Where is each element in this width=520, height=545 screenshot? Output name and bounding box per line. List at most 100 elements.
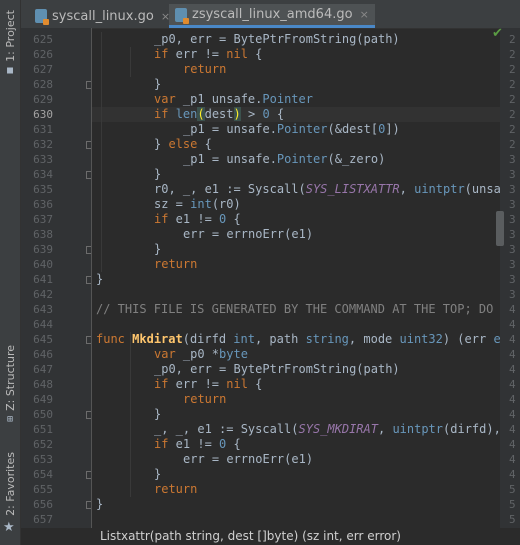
- tab-syscall-linux[interactable]: syscall_linux.go ×: [29, 4, 176, 28]
- line-number: 639: [33, 243, 53, 256]
- split-line-number: 3: [509, 288, 516, 301]
- code-line: }: [154, 77, 161, 92]
- token-keyword: return: [154, 257, 198, 271]
- token-type: Pointer: [262, 92, 313, 106]
- code-line: }: [154, 467, 161, 482]
- close-icon[interactable]: ×: [360, 8, 369, 21]
- line-number: 643: [33, 303, 53, 316]
- editor-tab-bar: syscall_linux.go × zsyscall_linux_amd64.…: [21, 0, 520, 29]
- token-match: ): [233, 107, 241, 121]
- tab-zsyscall-linux-amd64[interactable]: zsyscall_linux_amd64.go ×: [169, 4, 375, 28]
- token-keyword: if: [154, 377, 169, 391]
- line-number: 634: [33, 168, 53, 181]
- token-keyword: return: [183, 392, 227, 406]
- code-line: if err != nil {: [154, 47, 262, 62]
- indent-guide: [101, 32, 102, 272]
- line-number: 631: [33, 123, 53, 136]
- token: err = errnoErr(e1): [183, 452, 314, 466]
- line-number: 632: [33, 138, 53, 151]
- token: {: [269, 107, 285, 121]
- line-number-gutter[interactable]: 625 626 627 628 629 630 631 632 633 634 635 636 637 6…: [21, 28, 92, 528]
- split-line-number: 3: [509, 258, 516, 271]
- split-line-number: 4: [509, 438, 516, 451]
- token-keyword: nil: [226, 47, 248, 61]
- code-line: r0, _, e1 := Syscall(SYS_LISTXATTR, uint…: [154, 182, 500, 197]
- split-line-number: 4: [509, 333, 516, 346]
- token-keyword: func: [96, 332, 125, 346]
- line-number: 636: [33, 198, 53, 211]
- split-line-number: 5: [509, 498, 516, 511]
- token: }: [154, 407, 162, 421]
- token: r0, _, e1 := Syscall(: [154, 182, 306, 196]
- split-line-number: 4: [509, 423, 516, 436]
- line-number: 640: [33, 258, 53, 271]
- split-line-number: 2: [509, 108, 516, 121]
- token: }: [96, 272, 104, 286]
- code-line: return: [154, 482, 197, 497]
- code-line: } else {: [154, 137, 212, 152]
- line-number: 638: [33, 228, 53, 241]
- code-line: _p0, err = BytePtrFromString(path): [154, 32, 400, 47]
- token: {: [247, 377, 263, 391]
- token-type: len: [175, 107, 198, 121]
- go-file-icon: [175, 7, 189, 24]
- checkmark-icon: ✔: [492, 26, 503, 41]
- line-number: 625: [33, 33, 53, 46]
- token-type: Pointer: [276, 122, 328, 136]
- token: }: [154, 242, 162, 256]
- split-line-number: 2: [509, 138, 516, 151]
- split-line-number: 3: [509, 183, 516, 196]
- favorites-tool-tab[interactable]: 2: Favorites: [0, 452, 20, 516]
- code-editor[interactable]: _p0, err = BytePtrFromString(path) if err…: [92, 28, 500, 528]
- structure-tab-label: Z: Structure: [3, 345, 17, 411]
- split-line-number: 3: [509, 243, 516, 256]
- split-line-number: 2: [509, 78, 516, 91]
- token-keyword: var: [154, 347, 176, 361]
- code-line: var _p1 unsafe.Pointer: [154, 92, 313, 107]
- token: {: [226, 212, 241, 226]
- code-line: err = errnoErr(e1): [183, 227, 313, 242]
- token-constant: SYS_MKDIRAT: [298, 422, 378, 436]
- token-keyword: return: [183, 62, 227, 76]
- code-line: _p1 = unsafe.Pointer(&_zero): [183, 152, 385, 167]
- split-line-number: 5: [509, 513, 516, 526]
- project-tool-tab[interactable]: 1: Project ■: [0, 10, 20, 76]
- split-line-number: 4: [509, 303, 516, 316]
- token-comment: // THIS FILE IS GENERATED BY THE COMMAND…: [96, 302, 494, 316]
- split-line-number: 4: [509, 393, 516, 406]
- token-keyword: if: [154, 107, 169, 121]
- code-line: sz = int(r0): [154, 197, 241, 212]
- split-line-number: 5: [509, 483, 516, 496]
- structure-icon: ⊞: [6, 413, 14, 425]
- scrollbar-thumb[interactable]: [496, 211, 504, 246]
- structure-tool-tab[interactable]: Z: Structure ⊞: [0, 345, 20, 425]
- code-line: return: [154, 257, 197, 272]
- token: _p0, err = BytePtrFromString(path): [154, 362, 400, 376]
- favorites-tab-label: 2: Favorites: [3, 452, 17, 516]
- split-line-number: 4: [509, 468, 516, 481]
- left-tool-strip: 1: Project ■ Z: Structure ⊞ 2: Favorites…: [0, 0, 21, 545]
- split-line-number: 3: [509, 198, 516, 211]
- code-line: var _p0 *byte: [154, 347, 248, 362]
- token: err !=: [168, 377, 227, 391]
- line-number: 629: [33, 93, 53, 106]
- token-match: (: [197, 107, 205, 121]
- line-number: 657: [33, 513, 53, 526]
- token-type: uintptr: [392, 422, 444, 436]
- split-line-number: 3: [509, 228, 516, 241]
- line-number: 635: [33, 183, 53, 196]
- line-number: 628: [33, 78, 53, 91]
- token: (unsafe.: [464, 182, 500, 196]
- code-line: }: [154, 407, 161, 422]
- line-number: 626: [33, 48, 53, 61]
- token-type: uintptr: [414, 182, 465, 196]
- split-line-number: 3: [509, 273, 516, 286]
- code-line: if len(dest) > 0 {: [154, 107, 284, 122]
- star-icon[interactable]: ★: [3, 520, 15, 535]
- token: }: [154, 467, 162, 481]
- token-keyword: nil: [226, 377, 248, 391]
- token-keyword: if: [154, 437, 169, 451]
- code-line: if err != nil {: [154, 377, 262, 392]
- code-line: if e1 != 0 {: [154, 212, 241, 227]
- line-number: 633: [33, 153, 53, 166]
